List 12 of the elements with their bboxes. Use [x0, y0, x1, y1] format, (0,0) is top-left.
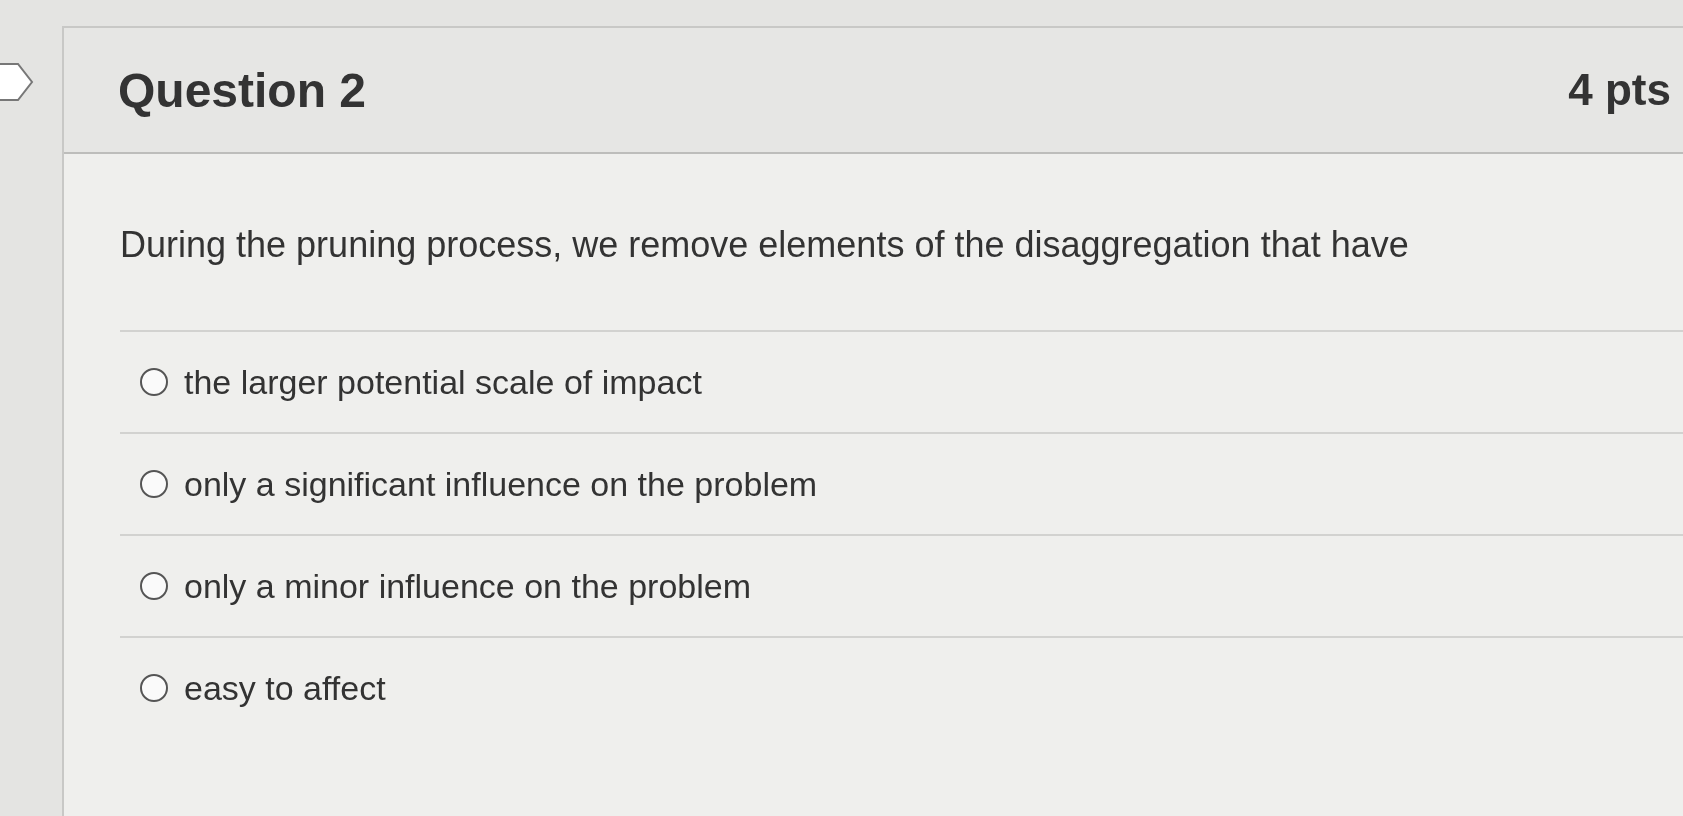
answer-label[interactable]: easy to affect	[184, 668, 386, 708]
question-title: Question 2	[118, 62, 367, 118]
arrow-icon[interactable]	[0, 62, 34, 102]
answer-label[interactable]: the larger potential scale of impact	[184, 362, 702, 402]
radio-button[interactable]	[140, 572, 168, 600]
radio-button[interactable]	[140, 674, 168, 702]
answer-label[interactable]: only a minor influence on the problem	[184, 566, 751, 606]
answer-label[interactable]: only a significant influence on the problem	[184, 464, 818, 504]
radio-button[interactable]	[140, 470, 168, 498]
question-text: During the pruning process, we remove elements of the disaggregation that have	[120, 224, 1410, 266]
points-label: 4 pts	[1568, 65, 1671, 115]
radio-button[interactable]	[140, 368, 168, 396]
